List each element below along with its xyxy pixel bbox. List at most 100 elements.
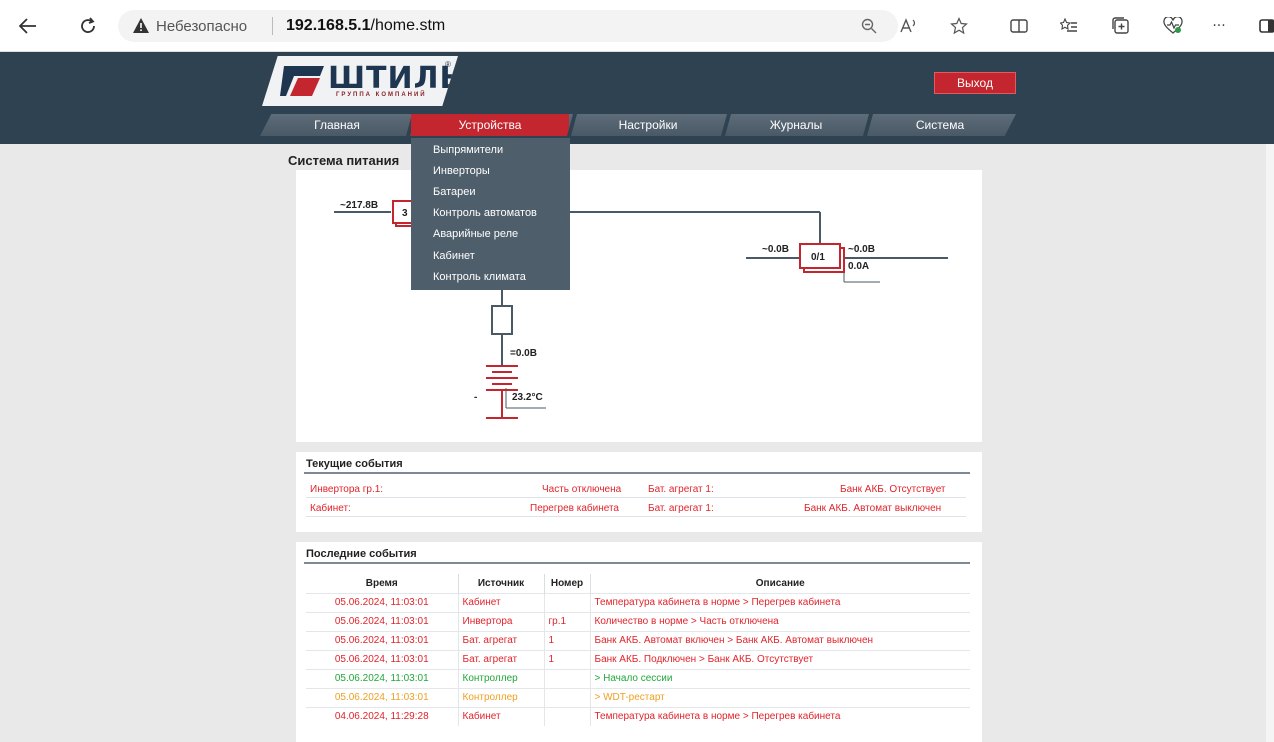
cell-description: Температура кабинета в норме > Перегрев …	[590, 592, 970, 612]
favorite-star-icon[interactable]	[946, 13, 972, 39]
cell-description: Количество в норме > Часть отключена	[590, 611, 970, 631]
cell-time: 04.06.2024, 11:29:28	[306, 706, 459, 726]
event-source: Инвертора гр.1:	[310, 484, 384, 495]
cell-number: 1	[544, 630, 591, 650]
nav-item-settings[interactable]: Настройки	[574, 114, 722, 136]
event-value: Банк АКБ. Отсутствует	[840, 484, 946, 495]
table-row: 05.06.2024, 11:03:01 Контроллер > WDT-рест…	[306, 687, 970, 707]
cell-time: 05.06.2024, 11:03:01	[306, 630, 459, 650]
column-header-source[interactable]: Источник	[458, 574, 545, 593]
menu-item-rectifiers[interactable]: Выпрямители	[433, 142, 503, 158]
address-bar[interactable]: Небезопасно 192.168.5.1/home.stm	[118, 10, 898, 42]
cell-source: Бат. агрегат	[458, 649, 545, 669]
last-events-title: Последние события	[306, 548, 417, 560]
nav-item-system[interactable]: Система	[870, 114, 1010, 136]
cell-time: 05.06.2024, 11:03:01	[306, 649, 459, 669]
url-text: 192.168.5.1/home.stm	[286, 17, 445, 35]
row-divider	[306, 497, 966, 498]
table-row: 05.06.2024, 11:03:01 Бат. агрегат 1 Банк АК…	[306, 630, 970, 650]
zoom-out-icon[interactable]	[856, 13, 882, 39]
sidebar-toggle-icon[interactable]	[1254, 13, 1274, 39]
cell-time: 05.06.2024, 11:03:01	[306, 592, 459, 612]
more-menu-icon[interactable]: ···	[1206, 13, 1232, 39]
cell-time: 05.06.2024, 11:03:01	[306, 687, 459, 707]
table-row: 05.06.2024, 11:03:01 Бат. агрегат 1 Банк АК…	[306, 649, 970, 669]
event-value: Часть отключена	[542, 484, 622, 495]
collections-icon[interactable]	[1108, 13, 1134, 39]
cell-source: Контроллер	[458, 668, 545, 688]
cell-description: Температура кабинета в норме > Перегрев …	[590, 706, 970, 726]
warning-icon	[133, 18, 149, 33]
menu-item-cabinet[interactable]: Кабинет	[433, 248, 475, 264]
current-events-panel: Текущие события Инвертора гр.1: Часть от…	[296, 452, 982, 532]
logo-subtitle: ГРУППА КОМПАНИЙ	[336, 92, 427, 98]
event-source: Бат. агрегат 1:	[648, 503, 714, 514]
exit-button[interactable]: Выход	[934, 72, 1016, 94]
inverter-in-voltage-label: ~0.0В	[762, 244, 789, 255]
cell-description: > WDT-рестарт	[590, 687, 970, 707]
main-nav: Главная Устройства Настройки Журналы Сис…	[260, 114, 1016, 136]
event-value: Банк АКБ. Автомат выключен	[804, 503, 942, 514]
column-header-description[interactable]: Описание	[590, 574, 970, 593]
cell-source: Бат. агрегат	[458, 630, 545, 650]
column-header-number[interactable]: Номер	[544, 574, 591, 593]
battery-minus-label: -	[474, 392, 477, 403]
current-events-title: Текущие события	[306, 458, 403, 470]
browser-toolbar: Небезопасно 192.168.5.1/home.stm ···	[0, 0, 1274, 52]
reload-icon[interactable]	[74, 12, 102, 40]
inverter-current-label: 0.0А	[848, 261, 869, 272]
nav-item-home[interactable]: Главная	[268, 114, 406, 136]
split-screen-icon[interactable]	[1006, 13, 1032, 39]
cell-description: Банк АКБ. Подключен > Банк АКБ. Отсутств…	[590, 649, 970, 669]
logo-registered: ®	[445, 60, 451, 69]
cell-source: Контроллер	[458, 687, 545, 707]
cell-number	[544, 687, 591, 707]
event-value: Перегрев кабинета	[530, 503, 619, 514]
row-divider	[306, 516, 966, 517]
logo-mark-icon	[280, 66, 324, 96]
scrollbar[interactable]	[1266, 52, 1274, 742]
url-path: /home.stm	[370, 17, 446, 34]
menu-item-breaker-control[interactable]: Контроль автоматов	[433, 205, 537, 221]
menu-item-batteries[interactable]: Батареи	[433, 184, 476, 200]
panel-divider	[304, 562, 970, 564]
cell-number	[544, 706, 591, 726]
url-host: 192.168.5.1	[286, 17, 371, 34]
insecure-label: Небезопасно	[156, 18, 248, 35]
nav-item-devices[interactable]: Устройства	[411, 114, 569, 136]
menu-item-alarm-relays[interactable]: Аварийные реле	[433, 226, 518, 242]
menu-item-climate-control[interactable]: Контроль климата	[433, 269, 526, 285]
cell-time: 05.06.2024, 11:03:01	[306, 668, 459, 688]
cell-number: 1	[544, 649, 591, 669]
page-title: Система питания	[288, 153, 400, 168]
nav-item-journals[interactable]: Журналы	[728, 114, 864, 136]
column-header-time[interactable]: Время	[306, 574, 459, 593]
cell-description: Банк АКБ. Автомат включен > Банк АКБ. Ав…	[590, 630, 970, 650]
table-row: 05.06.2024, 11:03:01 Кабинет Температура к…	[306, 592, 970, 612]
rectifier-count-label: 3	[402, 208, 408, 219]
table-header-row: Время Источник Номер Описание	[306, 574, 970, 593]
logo[interactable]: ШТИЛЬ ® ГРУППА КОМПАНИЙ	[262, 56, 458, 106]
cell-number: гр.1	[544, 611, 591, 631]
browser-essentials-icon[interactable]	[1160, 13, 1186, 39]
logo-text: ШТИЛЬ	[328, 61, 464, 96]
inverter-count-label: 0/1	[811, 252, 825, 263]
menu-item-inverters[interactable]: Инверторы	[433, 163, 490, 179]
dc-voltage-label: =0.0В	[510, 348, 537, 359]
inverter-out-voltage-label: ~0.0В	[848, 244, 875, 255]
panel-divider	[304, 472, 970, 474]
cell-time: 05.06.2024, 11:03:01	[306, 611, 459, 631]
event-source: Кабинет:	[310, 503, 351, 514]
address-separator	[272, 17, 273, 35]
input-voltage-label: ~217.8В	[340, 200, 378, 211]
cell-number	[544, 592, 591, 612]
table-row: 04.06.2024, 11:29:28 Кабинет Температура к…	[306, 706, 970, 726]
favorites-list-icon[interactable]	[1056, 13, 1082, 39]
table-row: 05.06.2024, 11:03:01 Инвертора гр.1 Количес…	[306, 611, 970, 631]
read-aloud-icon[interactable]	[896, 13, 922, 39]
back-arrow-icon[interactable]	[14, 12, 42, 40]
cell-source: Кабинет	[458, 592, 545, 612]
table-row: 05.06.2024, 11:03:01 Контроллер > Начало с…	[306, 668, 970, 688]
cell-source: Кабинет	[458, 706, 545, 726]
battery-temperature-label: 23.2°C	[512, 392, 543, 403]
